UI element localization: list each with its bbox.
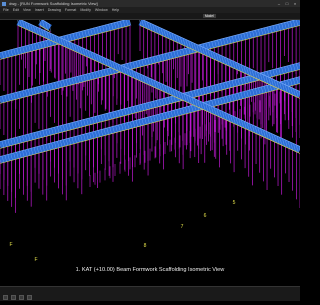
snap-icon[interactable] (3, 295, 8, 300)
grid-label: 7 (180, 224, 184, 230)
close-icon[interactable]: × (291, 0, 299, 7)
ortho-icon[interactable] (19, 295, 24, 300)
title-bar: dwg - [RUN Formwork Scaffolding Isometri… (0, 0, 300, 7)
minimize-icon[interactable]: – (275, 0, 283, 7)
view-caption: 1. KAT (+10.00) Beam Formwork Scaffoldin… (75, 267, 225, 273)
grid-label: F (9, 242, 13, 248)
isometric-scene (0, 20, 300, 275)
view-tab[interactable]: Model (203, 14, 216, 18)
window-title: dwg - [RUN Formwork Scaffolding Isometri… (9, 1, 98, 6)
grid-icon[interactable] (11, 295, 16, 300)
grid-label: 8 (143, 243, 147, 249)
toolbar: Model (0, 13, 300, 26)
grid-label: F (34, 257, 38, 263)
status-bar (0, 286, 300, 301)
polar-icon[interactable] (27, 295, 32, 300)
drawing-viewport[interactable] (0, 20, 300, 275)
grid-label: 5 (232, 200, 236, 206)
app-icon (2, 1, 6, 6)
grid-label: 6 (203, 213, 207, 219)
window-controls: – □ × (275, 0, 299, 7)
maximize-icon[interactable]: □ (283, 0, 291, 7)
